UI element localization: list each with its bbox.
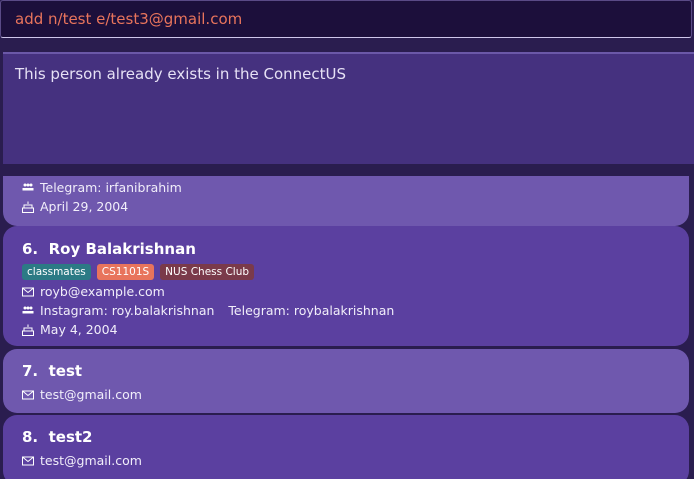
email-text: test@gmail.com (40, 387, 142, 402)
person-name: 8. test2 (22, 428, 92, 446)
person-name: 7. test (22, 362, 82, 380)
birthday-text: May 4, 2004 (40, 322, 118, 337)
command-input-text: add n/test e/test3@gmail.com (15, 10, 243, 28)
birthday-line: April 29, 2004 (22, 199, 128, 214)
email-text: royb@example.com (40, 284, 165, 299)
email-text: test@gmail.com (40, 453, 142, 468)
person-card[interactable]: 6. Roy Balakrishnan classmates CS1101S N… (3, 226, 689, 346)
email-line: royb@example.com (22, 284, 165, 299)
cake-icon (22, 324, 34, 336)
person-card[interactable]: 8. test2 test@gmail.com (3, 415, 689, 479)
tag-list: classmates CS1101S NUS Chess Club (22, 264, 255, 280)
person-index: 6. (22, 240, 39, 258)
person-name: 6. Roy Balakrishnan (22, 240, 196, 258)
tag: NUS Chess Club (160, 264, 255, 280)
mail-icon (22, 456, 34, 465)
social-line: Instagram: roy.balakrishnan Telegram: ro… (22, 303, 394, 318)
result-message: This person already exists in the Connec… (15, 65, 347, 83)
email-line: test@gmail.com (22, 453, 142, 468)
birthday-text: April 29, 2004 (40, 199, 129, 214)
mail-icon (22, 287, 34, 296)
birthday-line: May 4, 2004 (22, 322, 118, 337)
telegram-text: Telegram: irfanibrahim (40, 180, 182, 195)
person-list[interactable]: Telegram: irfanibrahim April 29, 2004 6.… (0, 176, 694, 479)
tag: CS1101S (96, 264, 155, 280)
person-index: 8. (22, 428, 39, 446)
person-card[interactable]: 7. test test@gmail.com (3, 349, 689, 413)
tag: classmates (22, 264, 91, 280)
result-display: This person already exists in the Connec… (3, 52, 694, 164)
instagram-text: Instagram: roy.balakrishnan (40, 303, 215, 318)
social-line: Telegram: irfanibrahim (22, 180, 182, 195)
command-box[interactable]: add n/test e/test3@gmail.com (0, 0, 692, 38)
cake-icon (22, 201, 34, 213)
person-card-partial[interactable]: Telegram: irfanibrahim April 29, 2004 (3, 176, 689, 226)
email-line: test@gmail.com (22, 387, 142, 402)
person-name-text: Roy Balakrishnan (48, 240, 196, 258)
people-icon (22, 183, 34, 190)
person-index: 7. (22, 362, 39, 380)
person-name-text: test2 (48, 428, 93, 446)
mail-icon (22, 390, 34, 399)
people-icon (22, 306, 34, 313)
person-name-text: test (48, 362, 83, 380)
telegram-text: Telegram: roybalakrishnan (228, 303, 395, 318)
